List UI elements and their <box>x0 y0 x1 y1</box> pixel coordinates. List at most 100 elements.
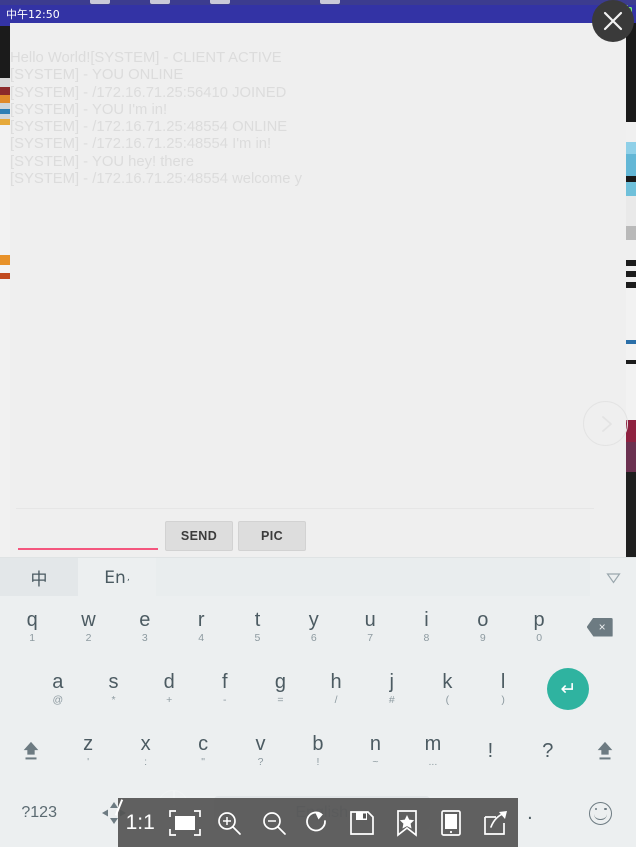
emoji-icon <box>589 801 613 825</box>
key-a[interactable]: a @ <box>30 660 86 718</box>
key-alt: * <box>111 693 116 706</box>
key-emoji[interactable] <box>567 784 634 842</box>
send-button[interactable]: SEND <box>165 521 233 551</box>
chat-line: [SYSTEM] - YOU I'm in! <box>10 101 168 118</box>
toolbar-save-button[interactable] <box>340 798 384 847</box>
key-alt: + <box>166 693 173 706</box>
key-k[interactable]: k ( <box>420 660 476 718</box>
ime-tab-english[interactable]: En ‚ <box>78 558 156 597</box>
key-e[interactable]: e 3 <box>117 598 173 656</box>
key-backspace[interactable]: × <box>567 598 632 656</box>
share-icon <box>483 810 507 835</box>
screen-root: 中午12:50 Hello World![SYSTEM] - CLIENT AC… <box>0 0 636 847</box>
key-main: b <box>312 732 324 755</box>
key-exclamation[interactable]: ! <box>462 722 519 780</box>
key-main: v <box>255 732 266 755</box>
key-d[interactable]: d + <box>141 660 197 718</box>
key-alt: 9 <box>479 631 486 644</box>
key-alt: 8 <box>423 631 430 644</box>
key-n[interactable]: n ~ <box>347 722 404 780</box>
one-to-one-label: 1:1 <box>125 810 155 834</box>
key-symbols-label: ?123 <box>21 804 57 821</box>
backspace-icon: × <box>586 617 613 637</box>
key-p[interactable]: p 0 <box>511 598 567 656</box>
next-button[interactable] <box>583 401 628 446</box>
key-main: ! <box>487 740 494 762</box>
key-g[interactable]: g = <box>253 660 309 718</box>
key-question[interactable]: ? <box>519 722 576 780</box>
chat-line: [SYSTEM] - /172.16.71.25:48554 I'm in! <box>10 136 272 153</box>
key-enter[interactable]: ↵ <box>531 660 606 718</box>
key-z[interactable]: z ' <box>59 722 116 780</box>
ime-tab-chinese[interactable]: 中 <box>0 558 78 597</box>
key-main: e <box>139 608 151 631</box>
chevron-right-icon <box>601 415 612 432</box>
chat-line: [SYSTEM] - /172.16.71.25:48554 welcome y <box>10 171 302 188</box>
ime-collapse-button[interactable] <box>590 558 636 597</box>
key-shift-right[interactable] <box>577 722 634 780</box>
key-alt: / <box>334 693 338 706</box>
pic-button[interactable]: PIC <box>238 521 306 551</box>
toolbar-one-to-one-button[interactable]: 1:1 <box>114 798 162 847</box>
key-alt: - <box>223 693 227 706</box>
fit-screen-icon <box>168 809 201 836</box>
close-icon <box>603 11 623 31</box>
key-alt: 0 <box>536 631 543 644</box>
key-t[interactable]: t 5 <box>229 598 285 656</box>
toolbar-zoom-in-button[interactable] <box>207 798 251 847</box>
key-alt: @ <box>52 693 64 706</box>
toolbar-device-button[interactable] <box>429 798 473 847</box>
key-main: u <box>364 608 376 631</box>
chat-line: [SYSTEM] - /172.16.71.25:56410 JOINED <box>10 84 287 101</box>
toolbar-rotate-button[interactable] <box>296 798 340 847</box>
chat-line: [SYSTEM] - YOU ONLINE <box>10 67 184 84</box>
key-i[interactable]: i 8 <box>398 598 454 656</box>
floating-capture-toolbar: 1:1 <box>114 798 518 847</box>
keyboard-row-2: a @ s * d + f - g = h / j # k (l) ↵ <box>0 658 636 720</box>
message-input[interactable] <box>18 520 158 550</box>
chevron-down-icon <box>605 572 621 584</box>
key-s[interactable]: s * <box>86 660 142 718</box>
key-m[interactable]: m ... <box>404 722 461 780</box>
save-icon <box>350 810 375 835</box>
key-main: c <box>198 732 209 755</box>
toolbar-share-button[interactable] <box>474 798 518 847</box>
status-clock: 中午12:50 <box>6 8 60 21</box>
key-x[interactable]: x : <box>117 722 174 780</box>
key-o[interactable]: o 9 <box>455 598 511 656</box>
key-r[interactable]: r 4 <box>173 598 229 656</box>
shift-icon <box>597 741 613 760</box>
key-l[interactable]: l ) <box>475 660 531 718</box>
ime-toolbar: 中 En ‚ <box>0 557 636 597</box>
key-shift-left[interactable] <box>2 722 59 780</box>
key-y[interactable]: y 6 <box>286 598 342 656</box>
key-alt: 5 <box>254 631 261 644</box>
key-main: f <box>222 670 228 693</box>
toolbar-fit-screen-button[interactable] <box>162 798 206 847</box>
key-main: j <box>389 670 394 693</box>
toolbar-bookmark-button[interactable] <box>385 798 429 847</box>
key-q[interactable]: q 1 <box>4 598 60 656</box>
key-alt: : <box>144 755 148 768</box>
key-j[interactable]: j # <box>364 660 420 718</box>
key-c[interactable]: c " <box>174 722 231 780</box>
key-v[interactable]: v ? <box>232 722 289 780</box>
key-w[interactable]: w 2 <box>60 598 116 656</box>
key-main: n <box>369 732 381 755</box>
key-main: x <box>140 732 151 755</box>
close-button[interactable] <box>592 0 634 42</box>
key-b[interactable]: b ! <box>289 722 346 780</box>
key-f[interactable]: f - <box>197 660 253 718</box>
key-main: l <box>500 670 506 693</box>
ime-tab-english-label: En <box>104 567 126 588</box>
toolbar-zoom-out-button[interactable] <box>251 798 295 847</box>
keyboard-row-3: z ' x : c " v ? b ! n ~ m ... ! ? <box>0 720 636 782</box>
chat-log[interactable]: Hello World![SYSTEM] - CLIENT ACTIVE [SY… <box>10 50 610 500</box>
key-main: i <box>424 608 429 631</box>
zoom-out-icon <box>262 811 286 835</box>
device-icon <box>441 809 462 836</box>
key-u[interactable]: u 7 <box>342 598 398 656</box>
key-h[interactable]: h / <box>308 660 364 718</box>
key-symbols[interactable]: ?123 <box>2 784 76 842</box>
key-alt: ! <box>316 755 320 768</box>
